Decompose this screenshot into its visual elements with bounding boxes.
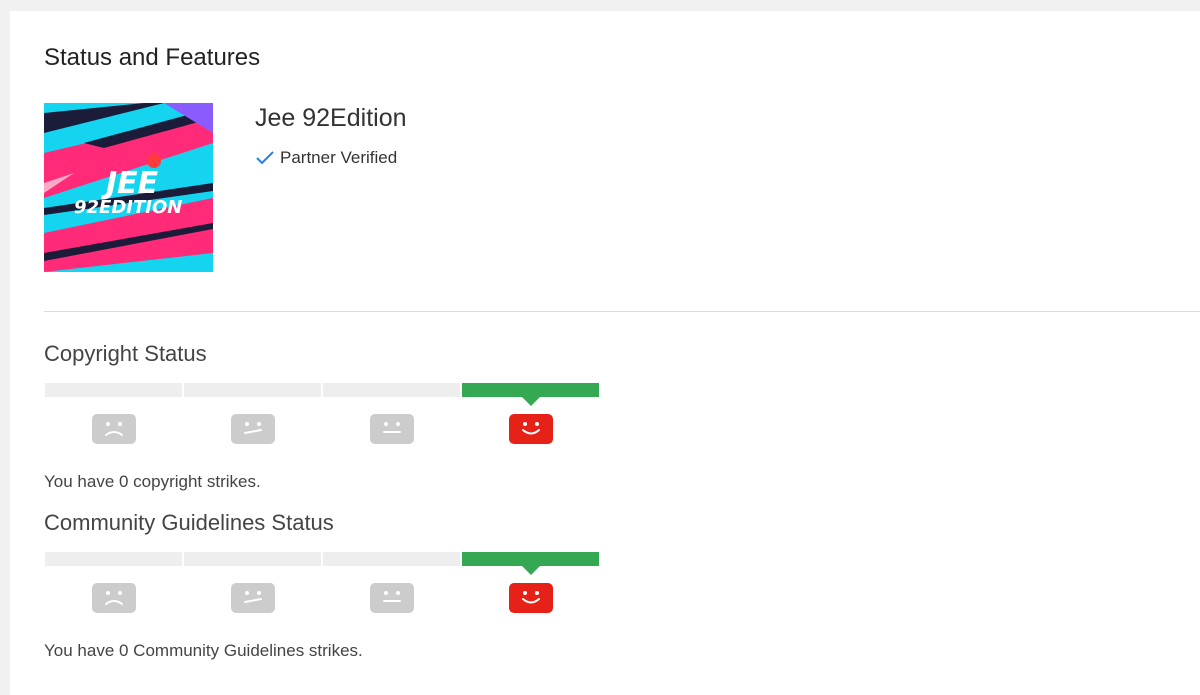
copyright-status-title: Copyright Status — [44, 341, 207, 366]
meter-segment-2 — [184, 383, 321, 397]
checkmark-icon — [256, 151, 274, 165]
meter-pointer — [521, 566, 540, 575]
community-guidelines-strikes-text: You have 0 Community Guidelines strikes. — [44, 641, 363, 660]
community-guidelines-status-meter — [45, 552, 602, 622]
community-guidelines-status-title: Community Guidelines Status — [44, 510, 334, 535]
meter-segment-3 — [323, 552, 460, 566]
avatar-text-line2: 92EDITION — [74, 197, 182, 218]
section-divider — [44, 311, 1200, 312]
meter-segment-4 — [462, 383, 599, 406]
copyright-status-meter — [45, 383, 602, 453]
meter-segment-1 — [45, 383, 182, 397]
neutral-face-icon — [369, 414, 414, 444]
sad-face-icon — [91, 414, 136, 444]
meter-segment-1 — [45, 552, 182, 566]
neutral-face-icon — [369, 583, 414, 613]
channel-avatar[interactable]: JEE 92EDITION — [44, 103, 213, 272]
channel-name: Jee 92Edition — [255, 104, 407, 132]
meh-face-icon — [230, 583, 275, 613]
meter-pointer — [521, 397, 540, 406]
partner-status: Partner Verified — [255, 148, 397, 168]
meter-segment-4 — [462, 552, 599, 575]
copyright-strikes-text: You have 0 copyright strikes. — [44, 472, 261, 491]
avatar-text-line1: JEE — [101, 166, 159, 201]
happy-face-icon — [508, 583, 553, 613]
partner-label: Partner Verified — [280, 148, 398, 167]
sad-face-icon — [91, 583, 136, 613]
page-title: Status and Features — [44, 44, 261, 71]
meter-segment-2 — [184, 552, 321, 566]
meh-face-icon — [230, 414, 275, 444]
happy-face-icon — [508, 414, 553, 444]
meter-segment-3 — [323, 383, 460, 397]
